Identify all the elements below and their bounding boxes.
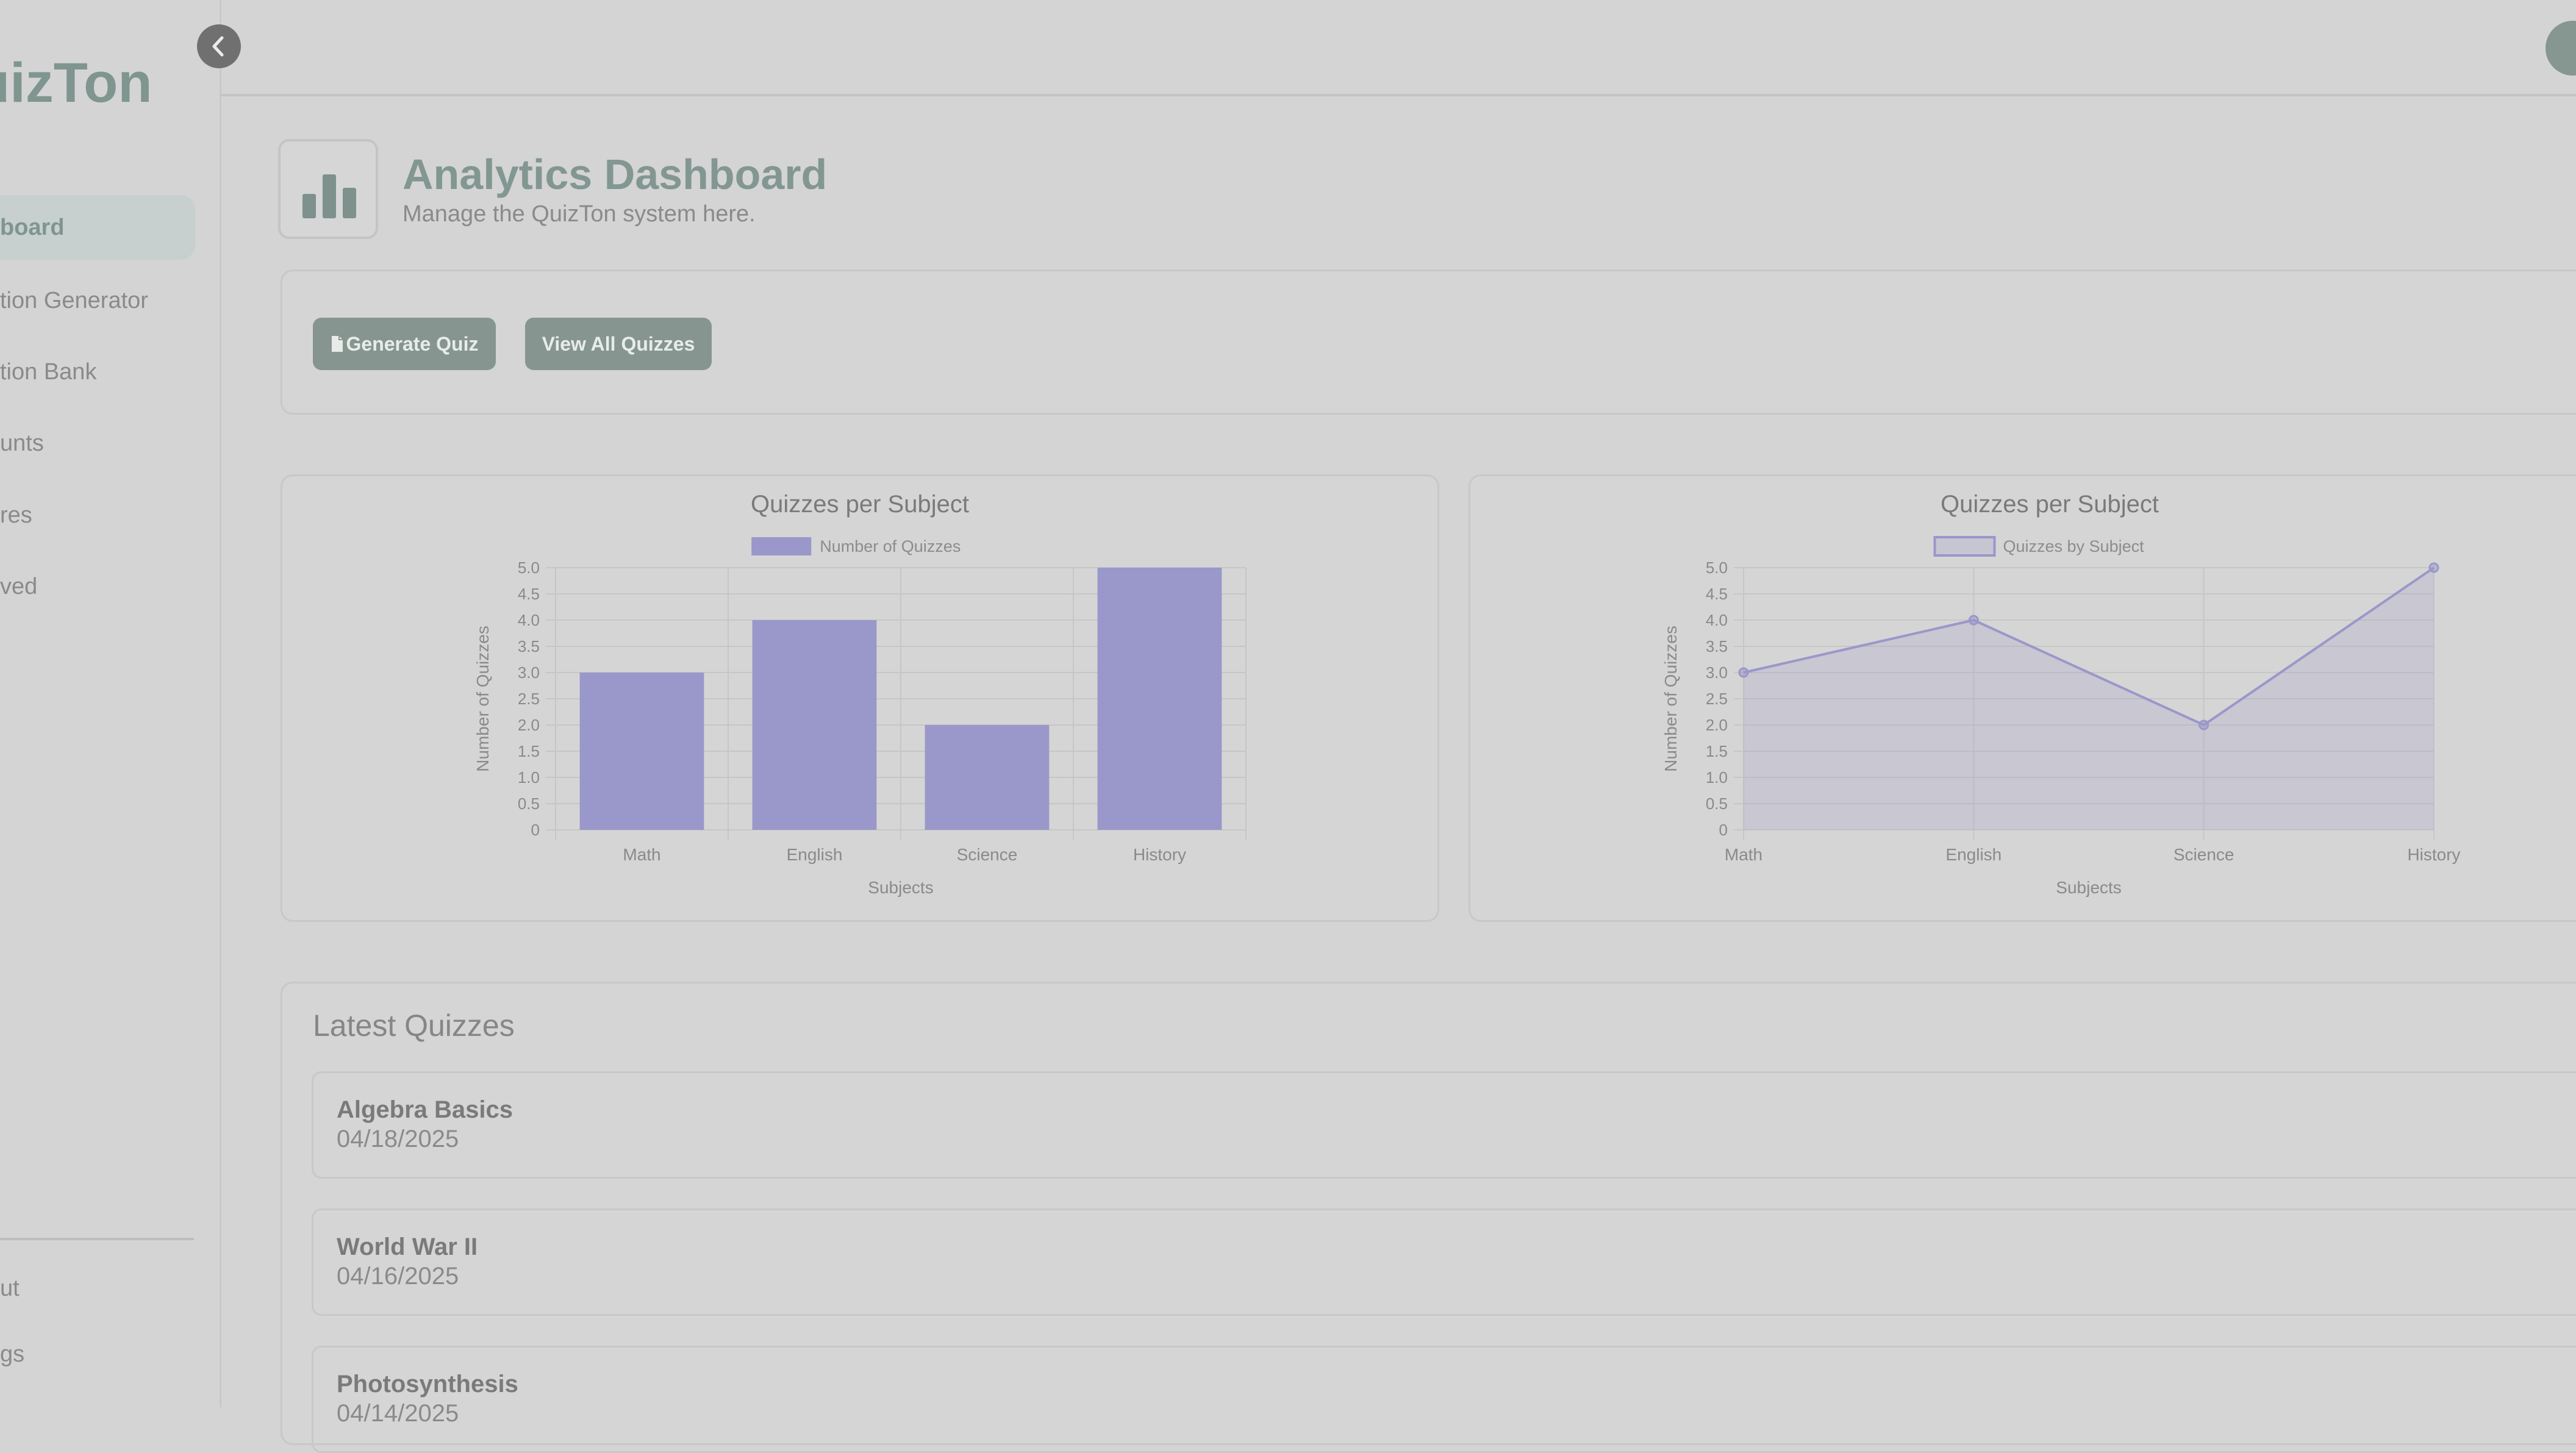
quiz-date: 04/16/2025 (337, 1263, 459, 1290)
actions-card: Generate Quiz View All Quizzes (281, 270, 2576, 415)
page-title: Analytics Dashboard (402, 151, 828, 198)
sidebar-item-label: ut (0, 1276, 20, 1301)
sidebar-item-question-bank[interactable]: tion Bank (0, 340, 195, 404)
sidebar-item-accounts[interactable]: unts (0, 411, 195, 476)
brand-logo: uizTon (0, 52, 152, 114)
x-tick-label: History (2407, 845, 2460, 864)
x-tick-label: English (787, 845, 843, 864)
quiz-date: 04/18/2025 (337, 1126, 459, 1152)
line-chart-card: Quizzes per Subject Quizzes by Subject 0 0… (1469, 474, 2576, 922)
y-axis-label: Number of Quizzes (1661, 626, 1680, 772)
generate-quiz-button[interactable]: Generate Quiz (313, 318, 496, 370)
quiz-name: World War II (337, 1233, 478, 1260)
data-point (2199, 719, 2209, 730)
bar (752, 620, 877, 830)
y-tick-label: 1.0 (1706, 768, 1728, 787)
x-tick-label: History (1133, 845, 1186, 864)
bar-chart-card: Quizzes per Subject Number of Quizzes 0 0.… (281, 474, 1439, 922)
area-fill (1744, 568, 2434, 830)
y-tick-label: 0 (531, 821, 540, 839)
bar (925, 725, 1050, 830)
y-tick-label: 2.5 (518, 690, 540, 708)
top-bar (221, 0, 2576, 96)
y-tick-label: 3.0 (518, 663, 540, 682)
legend-swatch (751, 537, 812, 555)
legend-label: Number of Quizzes (820, 537, 961, 555)
x-tick-label: Science (2174, 845, 2234, 864)
y-tick-label: 2.5 (1706, 690, 1728, 708)
x-tick-label: Science (957, 845, 1018, 864)
avatar[interactable] (2546, 21, 2576, 76)
sidebar-item-label: tion Bank (0, 359, 97, 385)
quiz-name: Photosynthesis (337, 1371, 518, 1398)
document-icon (331, 336, 343, 352)
y-tick-label: 3.5 (1706, 637, 1728, 655)
y-tick-label: 2.0 (518, 716, 540, 734)
line-chart: Quizzes by Subject 0 0.5 1.0 1.5 2.0 2.5 3.0 3.5… (1661, 536, 2461, 897)
sidebar-item-label: tion Generator (0, 288, 148, 313)
y-tick-label: 4.0 (1706, 611, 1728, 629)
y-tick-label: 2.0 (1706, 716, 1728, 734)
y-tick-label: 0.5 (518, 794, 540, 813)
sidebar-item-label: ved (0, 574, 38, 599)
sidebar: uizTon board tion Generator tion Bank un… (0, 0, 221, 1407)
data-point (2428, 562, 2439, 573)
sidebar-item-dashboard[interactable]: board (0, 195, 195, 260)
y-tick-label: 3.5 (518, 637, 540, 655)
y-tick-label: 0.5 (1706, 794, 1728, 813)
y-tick-label: 1.5 (1706, 742, 1728, 760)
bar-chart-icon (278, 139, 378, 239)
list-item[interactable]: Algebra Basics 04/18/2025 (312, 1071, 2576, 1179)
y-tick-label: 5.0 (1706, 559, 1728, 577)
y-axis-label: Number of Quizzes (473, 626, 492, 772)
latest-quizzes-card: Latest Quizzes Algebra Basics 04/18/2025… (281, 982, 2576, 1453)
x-axis-label: Subjects (2056, 878, 2121, 897)
y-tick-label: 3.0 (1706, 663, 1728, 682)
sidebar-item-scores[interactable]: res (0, 483, 195, 548)
y-tick-label: 0 (1719, 821, 1728, 839)
legend-label: Quizzes by Subject (2003, 537, 2145, 555)
y-tick-label: 4.5 (1706, 585, 1728, 603)
sidebar-divider (0, 1238, 194, 1240)
sidebar-item-label: board (0, 215, 65, 240)
y-tick-label: 5.0 (518, 559, 540, 577)
bar (1097, 568, 1222, 830)
sidebar-item-label: unts (0, 430, 44, 456)
sidebar-item-saved[interactable]: ved (0, 554, 195, 619)
data-point (1968, 615, 1979, 626)
y-tick-label: 1.0 (518, 768, 540, 787)
x-tick-label: English (1945, 845, 2002, 864)
bar (579, 673, 704, 830)
x-axis-label: Subjects (868, 878, 933, 897)
list-item[interactable]: Photosynthesis 04/14/2025 (312, 1346, 2576, 1453)
section-title: Latest Quizzes (313, 1009, 515, 1043)
legend-swatch (1933, 536, 1996, 557)
sidebar-item-label: res (0, 502, 32, 528)
sidebar-collapse-button[interactable] (197, 24, 241, 68)
x-tick-label: Math (623, 845, 660, 864)
sidebar-item-settings[interactable]: gs (0, 1322, 195, 1387)
generate-quiz-label: Generate Quiz (346, 333, 479, 355)
page-subtitle: Manage the QuizTon system here. (402, 201, 756, 227)
quiz-name: Algebra Basics (337, 1096, 513, 1123)
sidebar-item-logout[interactable]: ut (0, 1256, 195, 1321)
list-item[interactable]: World War II 04/16/2025 (312, 1208, 2576, 1316)
x-tick-label: Math (1725, 845, 1762, 864)
chevron-left-icon (212, 36, 224, 57)
y-tick-label: 4.0 (518, 611, 540, 629)
y-tick-label: 1.5 (518, 742, 540, 760)
quiz-date: 04/14/2025 (337, 1400, 459, 1427)
view-all-quizzes-button[interactable]: View All Quizzes (525, 318, 712, 370)
y-tick-label: 4.5 (518, 585, 540, 603)
bar-chart: Number of Quizzes 0 0.5 1.0 1.5 2.0 2.5 3.0 3.5 4… (473, 537, 1247, 897)
sidebar-item-label: gs (0, 1341, 25, 1367)
data-point (1738, 667, 1749, 678)
sidebar-item-question-generator[interactable]: tion Generator (0, 268, 195, 333)
